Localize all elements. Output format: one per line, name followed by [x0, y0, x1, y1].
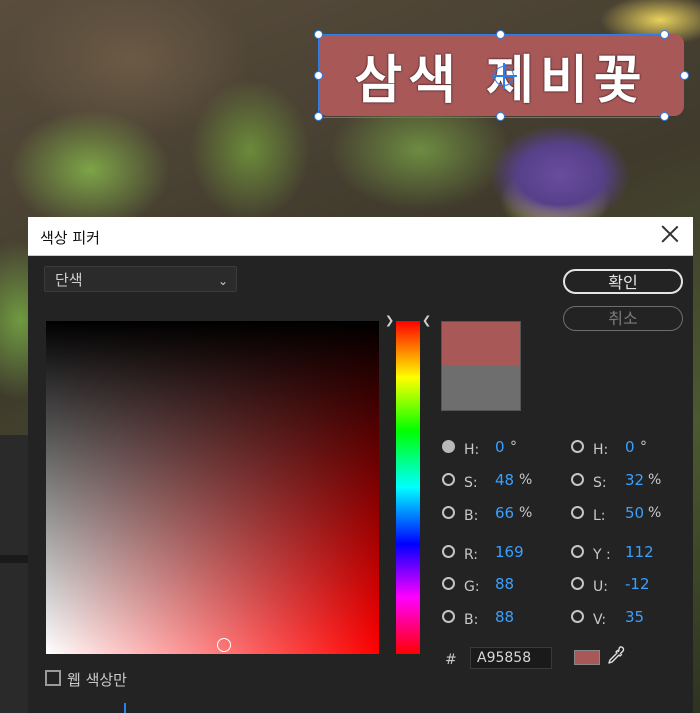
eyedropper-icon[interactable]: [604, 645, 626, 667]
radio-hsb-s[interactable]: [442, 473, 455, 486]
field-rgb-g[interactable]: G: 88: [442, 575, 552, 597]
resize-handle-bottom-left[interactable]: [314, 112, 323, 121]
field-rgb-r[interactable]: R: 169: [442, 543, 552, 565]
playhead-marker[interactable]: [124, 703, 126, 713]
label-hsb-h: H:: [464, 442, 480, 458]
hex-color-input[interactable]: [470, 647, 552, 669]
color-picker-dialog: 색상 피커 단색 ⌄ ❯ ❮ 확인 취소 H: 0 ° S: 48 % B: 6…: [28, 217, 693, 713]
hue-slider[interactable]: [396, 321, 420, 654]
label-yuv-v: V:: [593, 612, 607, 628]
label-rgb-b: B:: [464, 612, 479, 628]
label-hsl-s: S:: [593, 475, 607, 491]
color-mode-value: 단색: [55, 271, 83, 289]
field-hsl-s[interactable]: S: 32 %: [571, 471, 681, 493]
hue-slider-arrow-left-icon[interactable]: ❯: [385, 314, 394, 327]
dialog-titlebar[interactable]: 색상 피커: [28, 217, 693, 256]
field-hsb-h[interactable]: H: 0 °: [442, 438, 552, 460]
dialog-title: 색상 피커: [40, 229, 100, 247]
resize-handle-bottom[interactable]: [496, 112, 505, 121]
label-rgb-r: R:: [464, 547, 479, 563]
radio-rgb-g[interactable]: [442, 577, 455, 590]
label-hsb-b: B:: [464, 508, 479, 524]
field-yuv-v[interactable]: V: 35: [571, 608, 681, 630]
resize-handle-right[interactable]: [680, 71, 689, 80]
ok-button[interactable]: 확인: [563, 269, 683, 294]
hue-slider-arrow-right-icon[interactable]: ❮: [422, 314, 431, 327]
field-yuv-u[interactable]: U: -12: [571, 575, 681, 597]
radio-yuv-v[interactable]: [571, 610, 584, 623]
field-yuv-y[interactable]: Y : 112: [571, 543, 681, 565]
value-hsl-l[interactable]: 50: [625, 504, 644, 522]
resize-handle-top-right[interactable]: [660, 30, 669, 39]
resize-handle-top[interactable]: [496, 30, 505, 39]
radio-hsl-s[interactable]: [571, 473, 584, 486]
value-rgb-b[interactable]: 88: [495, 608, 514, 626]
anchor-point-icon[interactable]: [491, 63, 517, 89]
timeline-divider: [0, 555, 30, 563]
unit-hsb-b: %: [519, 505, 533, 521]
new-color-swatch: [441, 321, 521, 367]
unit-hsb-h: °: [510, 439, 517, 455]
close-icon[interactable]: [659, 223, 681, 245]
radio-hsb-h[interactable]: [442, 440, 455, 453]
label-hsl-h: H:: [593, 442, 609, 458]
field-hsb-s[interactable]: S: 48 %: [442, 471, 552, 493]
color-mode-dropdown[interactable]: 단색 ⌄: [44, 266, 237, 292]
value-yuv-v[interactable]: 35: [625, 608, 644, 626]
radio-yuv-y[interactable]: [571, 545, 584, 558]
radio-hsb-b[interactable]: [442, 506, 455, 519]
label-hsb-s: S:: [464, 475, 478, 491]
value-hsb-s[interactable]: 48: [495, 471, 514, 489]
unit-hsl-h: °: [640, 439, 647, 455]
hex-hash-label: #: [445, 652, 457, 668]
value-yuv-u[interactable]: -12: [625, 575, 650, 593]
value-hsb-b[interactable]: 66: [495, 504, 514, 522]
value-rgb-g[interactable]: 88: [495, 575, 514, 593]
value-hsl-h[interactable]: 0: [625, 438, 635, 456]
value-rgb-r[interactable]: 169: [495, 543, 524, 561]
color-field-cursor[interactable]: [217, 638, 231, 652]
timeline-panel-edge: [0, 435, 30, 713]
cancel-button[interactable]: 취소: [563, 306, 683, 331]
web-colors-only-label: 웹 색상만: [67, 671, 127, 689]
unit-hsl-s: %: [648, 472, 662, 488]
field-hsl-h[interactable]: H: 0 °: [571, 438, 681, 460]
resize-handle-left[interactable]: [314, 71, 323, 80]
label-yuv-y: Y :: [593, 547, 611, 563]
field-rgb-b[interactable]: B: 88: [442, 608, 552, 630]
radio-hsl-l[interactable]: [571, 506, 584, 519]
resize-handle-bottom-right[interactable]: [660, 112, 669, 121]
saturation-brightness-field[interactable]: [46, 321, 379, 654]
original-color-swatch[interactable]: [441, 366, 521, 411]
radio-rgb-b[interactable]: [442, 610, 455, 623]
radio-rgb-r[interactable]: [442, 545, 455, 558]
radio-hsl-h[interactable]: [571, 440, 584, 453]
value-yuv-y[interactable]: 112: [625, 543, 654, 561]
unit-hsl-l: %: [648, 505, 662, 521]
web-colors-only-checkbox[interactable]: [45, 670, 61, 686]
unit-hsb-s: %: [519, 472, 533, 488]
current-color-chip: [574, 650, 600, 665]
chevron-down-icon: ⌄: [217, 274, 228, 288]
resize-handle-top-left[interactable]: [314, 30, 323, 39]
label-rgb-g: G:: [464, 579, 480, 595]
radio-yuv-u[interactable]: [571, 577, 584, 590]
label-yuv-u: U:: [593, 579, 608, 595]
field-hsl-l[interactable]: L: 50 %: [571, 504, 681, 526]
value-hsb-h[interactable]: 0: [495, 438, 505, 456]
field-hsb-b[interactable]: B: 66 %: [442, 504, 552, 526]
value-hsl-s[interactable]: 32: [625, 471, 644, 489]
label-hsl-l: L:: [593, 508, 606, 524]
